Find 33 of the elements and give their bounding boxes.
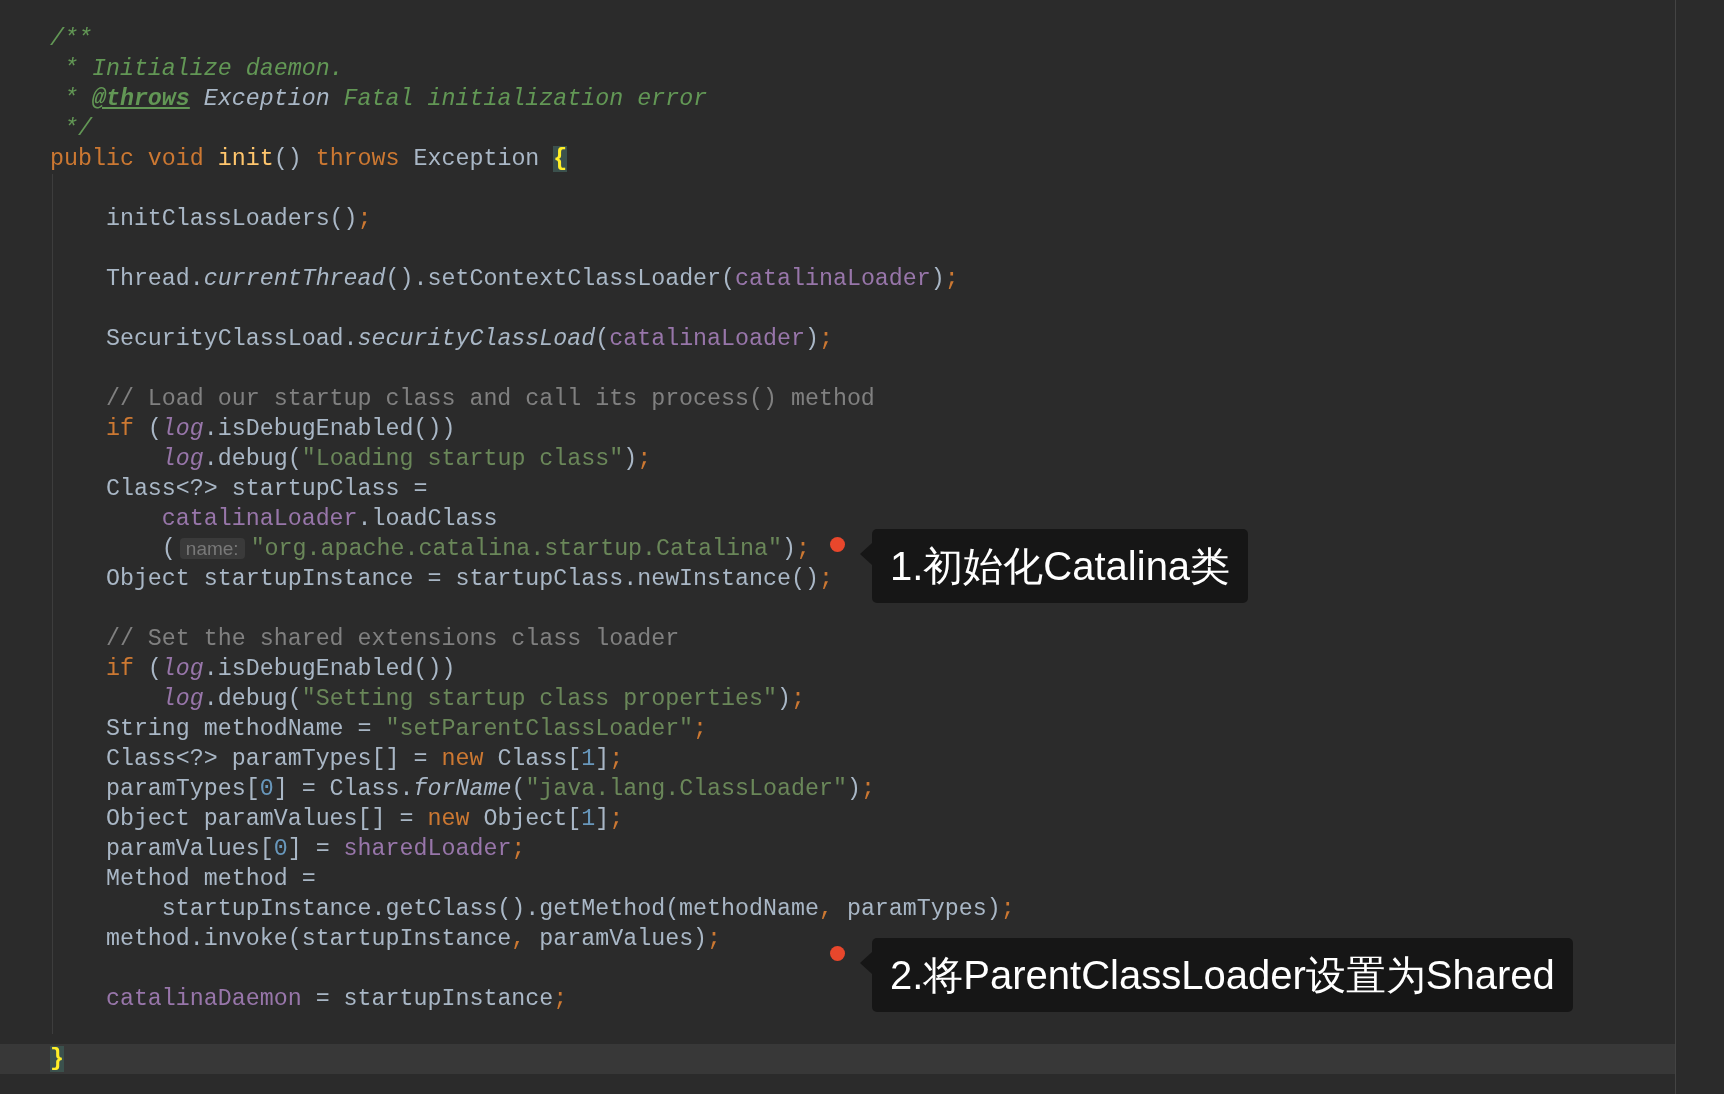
code-line: // Load our startup class and call its process() method xyxy=(104,386,875,412)
code-line: if (log.isDebugEnabled()) xyxy=(104,656,456,682)
code-line: Method method = xyxy=(104,866,316,892)
marker-dot xyxy=(830,946,845,961)
code-line: startupInstance.getClass().getMethod(methodName, paramTypes); xyxy=(160,896,1015,922)
code-line: * @throws Exception Fatal initialization error xyxy=(62,86,708,112)
code-line: log.debug("Setting startup class properties"); xyxy=(160,686,805,712)
code-line: * Initialize daemon. xyxy=(62,56,344,82)
code-line: Thread.currentThread().setContextClassLoader(catalinaLoader); xyxy=(104,266,959,292)
code-line: method.invoke(startupInstance, paramValues); xyxy=(104,926,722,952)
code-line: Class<?> paramTypes[] = new Class[1]; xyxy=(104,746,624,772)
code-text: ( xyxy=(160,536,176,562)
code-line: String methodName = "setParentClassLoader"; xyxy=(104,716,708,742)
code-line: paramTypes[0] = Class.forName("java.lang.ClassLoader"); xyxy=(104,776,875,802)
code-line: */ xyxy=(62,116,92,142)
code-line: paramValues[0] = sharedLoader; xyxy=(104,836,526,862)
code-line: catalinaLoader.loadClass xyxy=(160,506,498,532)
code-line: Object startupInstance = startupClass.newInstance(); xyxy=(104,566,833,592)
code-line: Class<?> startupClass = xyxy=(104,476,428,502)
annotation-callout: 1.初始化Catalina类 xyxy=(872,529,1249,603)
code-line: public void init() throws Exception { xyxy=(50,146,568,172)
code-line: catalinaDaemon = startupInstance; xyxy=(104,986,568,1012)
annotation-callout: 2.将ParentClassLoader设置为Shared xyxy=(872,938,1573,1012)
code-text: "org.apache.catalina.startup.Catalina"); xyxy=(250,536,810,562)
code-line: // Set the shared extensions class loader xyxy=(104,626,680,652)
code-line: initClassLoaders(); xyxy=(104,206,372,232)
code-line: /** xyxy=(50,26,92,52)
marker-dot xyxy=(830,537,845,552)
code-line: if (log.isDebugEnabled()) xyxy=(104,416,456,442)
code-line: log.debug("Loading startup class"); xyxy=(160,446,652,472)
code-line: Object paramValues[] = new Object[1]; xyxy=(104,806,624,832)
code-line: SecurityClassLoad.securityClassLoad(catalinaLoader); xyxy=(104,326,833,352)
parameter-hint: name: xyxy=(179,538,245,559)
